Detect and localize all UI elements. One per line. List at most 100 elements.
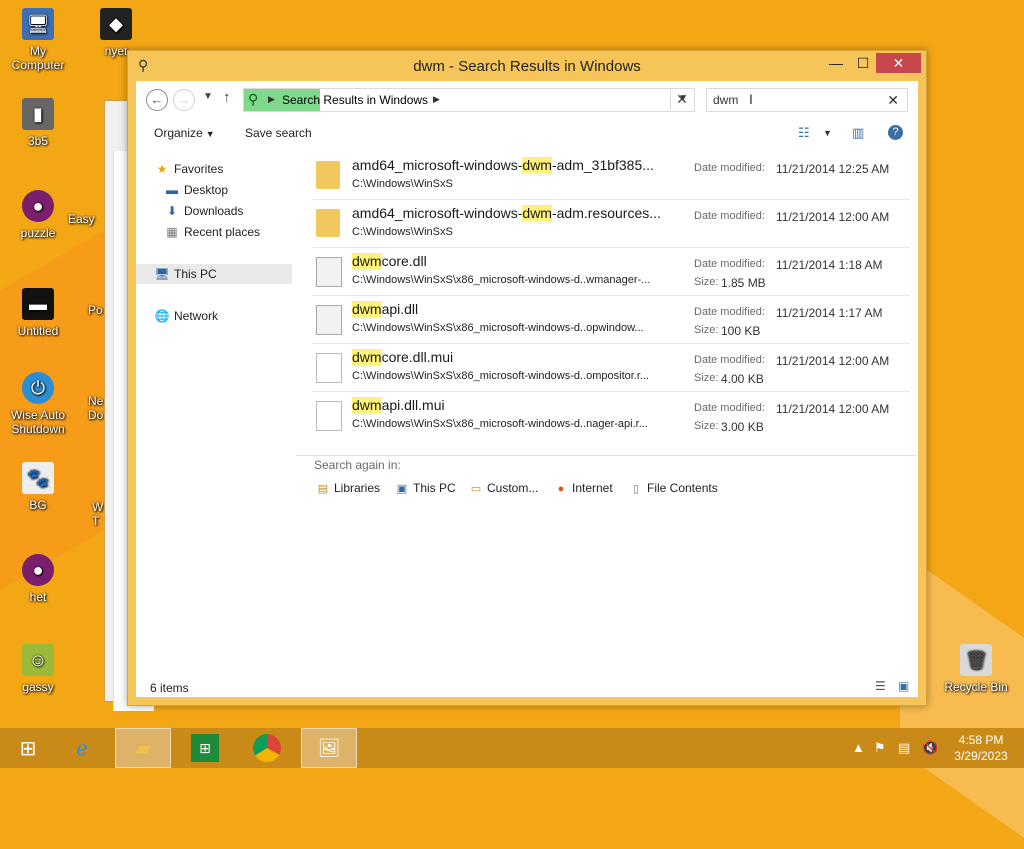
search-again-internet[interactable]: ● Internet: [554, 481, 613, 495]
monitor-app-icon: 🖼: [317, 737, 341, 758]
desktop-icon-recycle-bin[interactable]: 🗑 Recycle Bin: [940, 644, 1012, 694]
file-icon: ▮: [22, 98, 54, 130]
result-name: dwmapi.dll: [352, 301, 418, 317]
preview-pane-icon[interactable]: ▥: [852, 125, 864, 141]
start-button[interactable]: ⊞: [0, 728, 56, 768]
minimize-button[interactable]: —: [823, 53, 849, 73]
nav-downloads[interactable]: ⬇ Downloads: [164, 204, 243, 218]
size-label: Size:: [694, 276, 719, 288]
back-button[interactable]: ←: [146, 89, 168, 111]
search-input[interactable]: [711, 92, 875, 108]
clock[interactable]: 4:58 PM 3/29/2023: [950, 732, 1012, 764]
chevron-down-icon[interactable]: ▼: [823, 128, 832, 138]
taskbar-file-explorer[interactable]: ▰: [115, 728, 171, 768]
nav-this-pc[interactable]: 🖥 This PC: [136, 264, 292, 284]
window-title: dwm - Search Results in Windows: [413, 58, 641, 75]
taskbar: ⊞ ℯ ▰ ⊞ 🖼 ▲ ⚑ ▤ 🔇 4:58 PM 3/29/2023: [0, 728, 1024, 768]
nav-label: Network: [174, 309, 219, 323]
search-again-this-pc[interactable]: ▣ This PC: [395, 481, 456, 495]
nav-favorites[interactable]: ★ Favorites: [154, 162, 224, 176]
maximize-button[interactable]: ☐: [850, 53, 876, 73]
name-match: dwm: [352, 301, 382, 317]
recent-locations-dropdown[interactable]: ▼: [203, 91, 213, 102]
explorer-window[interactable]: ⚲ dwm - Search Results in Windows — ☐ ✕ …: [127, 50, 927, 706]
search-again-label: Internet: [572, 481, 613, 495]
address-crumb[interactable]: Search Results in Windows: [282, 93, 428, 107]
date-value: 11/21/2014 12:25 AM: [776, 162, 890, 176]
nav-label: Downloads: [184, 204, 244, 218]
chevron-right-icon[interactable]: ▶: [268, 94, 275, 105]
taskbar-app[interactable]: 🖼: [301, 728, 357, 768]
desktop-icon-puzzle[interactable]: ● puzzle: [2, 190, 74, 240]
name-match: dwm: [522, 205, 552, 221]
nav-recent-places[interactable]: ▦ Recent places: [164, 225, 260, 239]
desktop-icon: ▬: [166, 183, 178, 197]
text-cursor-icon: I: [749, 91, 753, 107]
dll-file-icon: [316, 257, 342, 287]
close-button[interactable]: ✕: [876, 53, 921, 73]
search-again-file-contents[interactable]: ▯ File Contents: [629, 481, 718, 495]
desktop-icon-bg[interactable]: 🐾 BG: [2, 462, 74, 512]
result-row[interactable]: dwmcore.dll C:\Windows\WinSxS\x86_micros…: [312, 247, 910, 296]
result-row[interactable]: amd64_microsoft-windows-dwm-adm_31bf385.…: [312, 151, 910, 200]
name-suffix: -adm.resources...: [551, 205, 661, 221]
name-suffix: api.dll.mui: [381, 397, 445, 413]
flag-icon[interactable]: ⚑: [874, 740, 886, 756]
nav-label: Favorites: [174, 162, 224, 176]
forward-button[interactable]: →: [173, 89, 195, 111]
date-label: Date modified:: [694, 306, 765, 318]
folder-icon: [316, 209, 340, 237]
size-value: 100 KB: [721, 324, 761, 338]
result-row[interactable]: dwmapi.dll C:\Windows\WinSxS\x86_microso…: [312, 295, 910, 344]
windows-logo-icon: ⊞: [19, 737, 37, 760]
date-value: 11/21/2014 1:17 AM: [776, 306, 883, 320]
chevron-up-icon[interactable]: ▲: [852, 740, 865, 755]
clear-address-button[interactable]: ✕: [670, 88, 693, 110]
file-icon: [316, 353, 342, 383]
result-row[interactable]: dwmcore.dll.mui C:\Windows\WinSxS\x86_mi…: [312, 343, 910, 392]
desktop-icon-wise-auto-shutdown[interactable]: ⏻ Wise Auto Shutdown: [2, 372, 74, 436]
address-bar[interactable]: ⚲ ▶ Search Results in Windows ▶ ▼: [243, 88, 695, 112]
nav-label: Recent places: [184, 225, 261, 239]
details-view-icon[interactable]: ☰: [875, 679, 886, 693]
desktop-icon-het[interactable]: ● het: [2, 554, 74, 604]
large-icons-view-icon[interactable]: ▣: [898, 679, 909, 693]
chevron-right-icon[interactable]: ▶: [433, 94, 440, 105]
up-button[interactable]: ↑: [223, 89, 231, 106]
clock-date: 3/29/2023: [954, 749, 1008, 763]
size-label: Size:: [694, 420, 719, 432]
file-explorer-icon: ▰: [135, 737, 151, 760]
size-value: 4.00 KB: [721, 372, 764, 386]
file-icon: [316, 401, 342, 431]
result-row[interactable]: amd64_microsoft-windows-dwm-adm.resource…: [312, 199, 910, 248]
title-bar[interactable]: ⚲ dwm - Search Results in Windows — ☐ ✕: [128, 51, 926, 81]
desktop-icon-my-computer[interactable]: 🖥 My Computer: [2, 8, 74, 72]
search-again-custom[interactable]: ▭ Custom...: [469, 481, 539, 495]
nav-desktop[interactable]: ▬ Desktop: [164, 183, 228, 197]
desktop-icon-easy[interactable]: Easy: [68, 212, 108, 226]
taskbar-internet-explorer[interactable]: ℯ: [54, 728, 110, 768]
organize-label: Organize: [154, 126, 203, 140]
search-box[interactable]: I ✕: [706, 88, 908, 112]
volume-muted-icon[interactable]: 🔇: [922, 740, 938, 756]
date-value: 11/21/2014 12:00 AM: [776, 354, 890, 368]
help-icon[interactable]: ?: [888, 125, 903, 140]
internet-explorer-icon: ℯ: [76, 737, 88, 760]
date-value: 11/21/2014 12:00 AM: [776, 210, 890, 224]
cat-icon: 🐾: [22, 462, 54, 494]
view-options-icon[interactable]: ☷: [798, 125, 810, 141]
desktop-icon-untitled[interactable]: ▬ Untitled: [2, 288, 74, 338]
desktop-icon-3b5[interactable]: ▮ 3b5: [2, 98, 74, 148]
network-icon: 🌐: [154, 309, 170, 323]
taskbar-store[interactable]: ⊞: [177, 728, 233, 768]
nav-network[interactable]: 🌐 Network: [154, 309, 219, 323]
taskbar-chrome[interactable]: [239, 728, 295, 768]
desktop-icon-gassy[interactable]: ☺ gassy: [2, 644, 74, 694]
nav-label: Desktop: [184, 183, 229, 197]
result-row[interactable]: dwmapi.dll.mui C:\Windows\WinSxS\x86_mic…: [312, 391, 910, 439]
search-again-libraries[interactable]: ▤ Libraries: [316, 481, 380, 495]
clear-search-button[interactable]: ✕: [887, 92, 899, 109]
network-tray-icon[interactable]: ▤: [898, 740, 910, 756]
save-search-button[interactable]: Save search: [245, 126, 312, 140]
organize-button[interactable]: Organize ▼: [154, 126, 215, 140]
